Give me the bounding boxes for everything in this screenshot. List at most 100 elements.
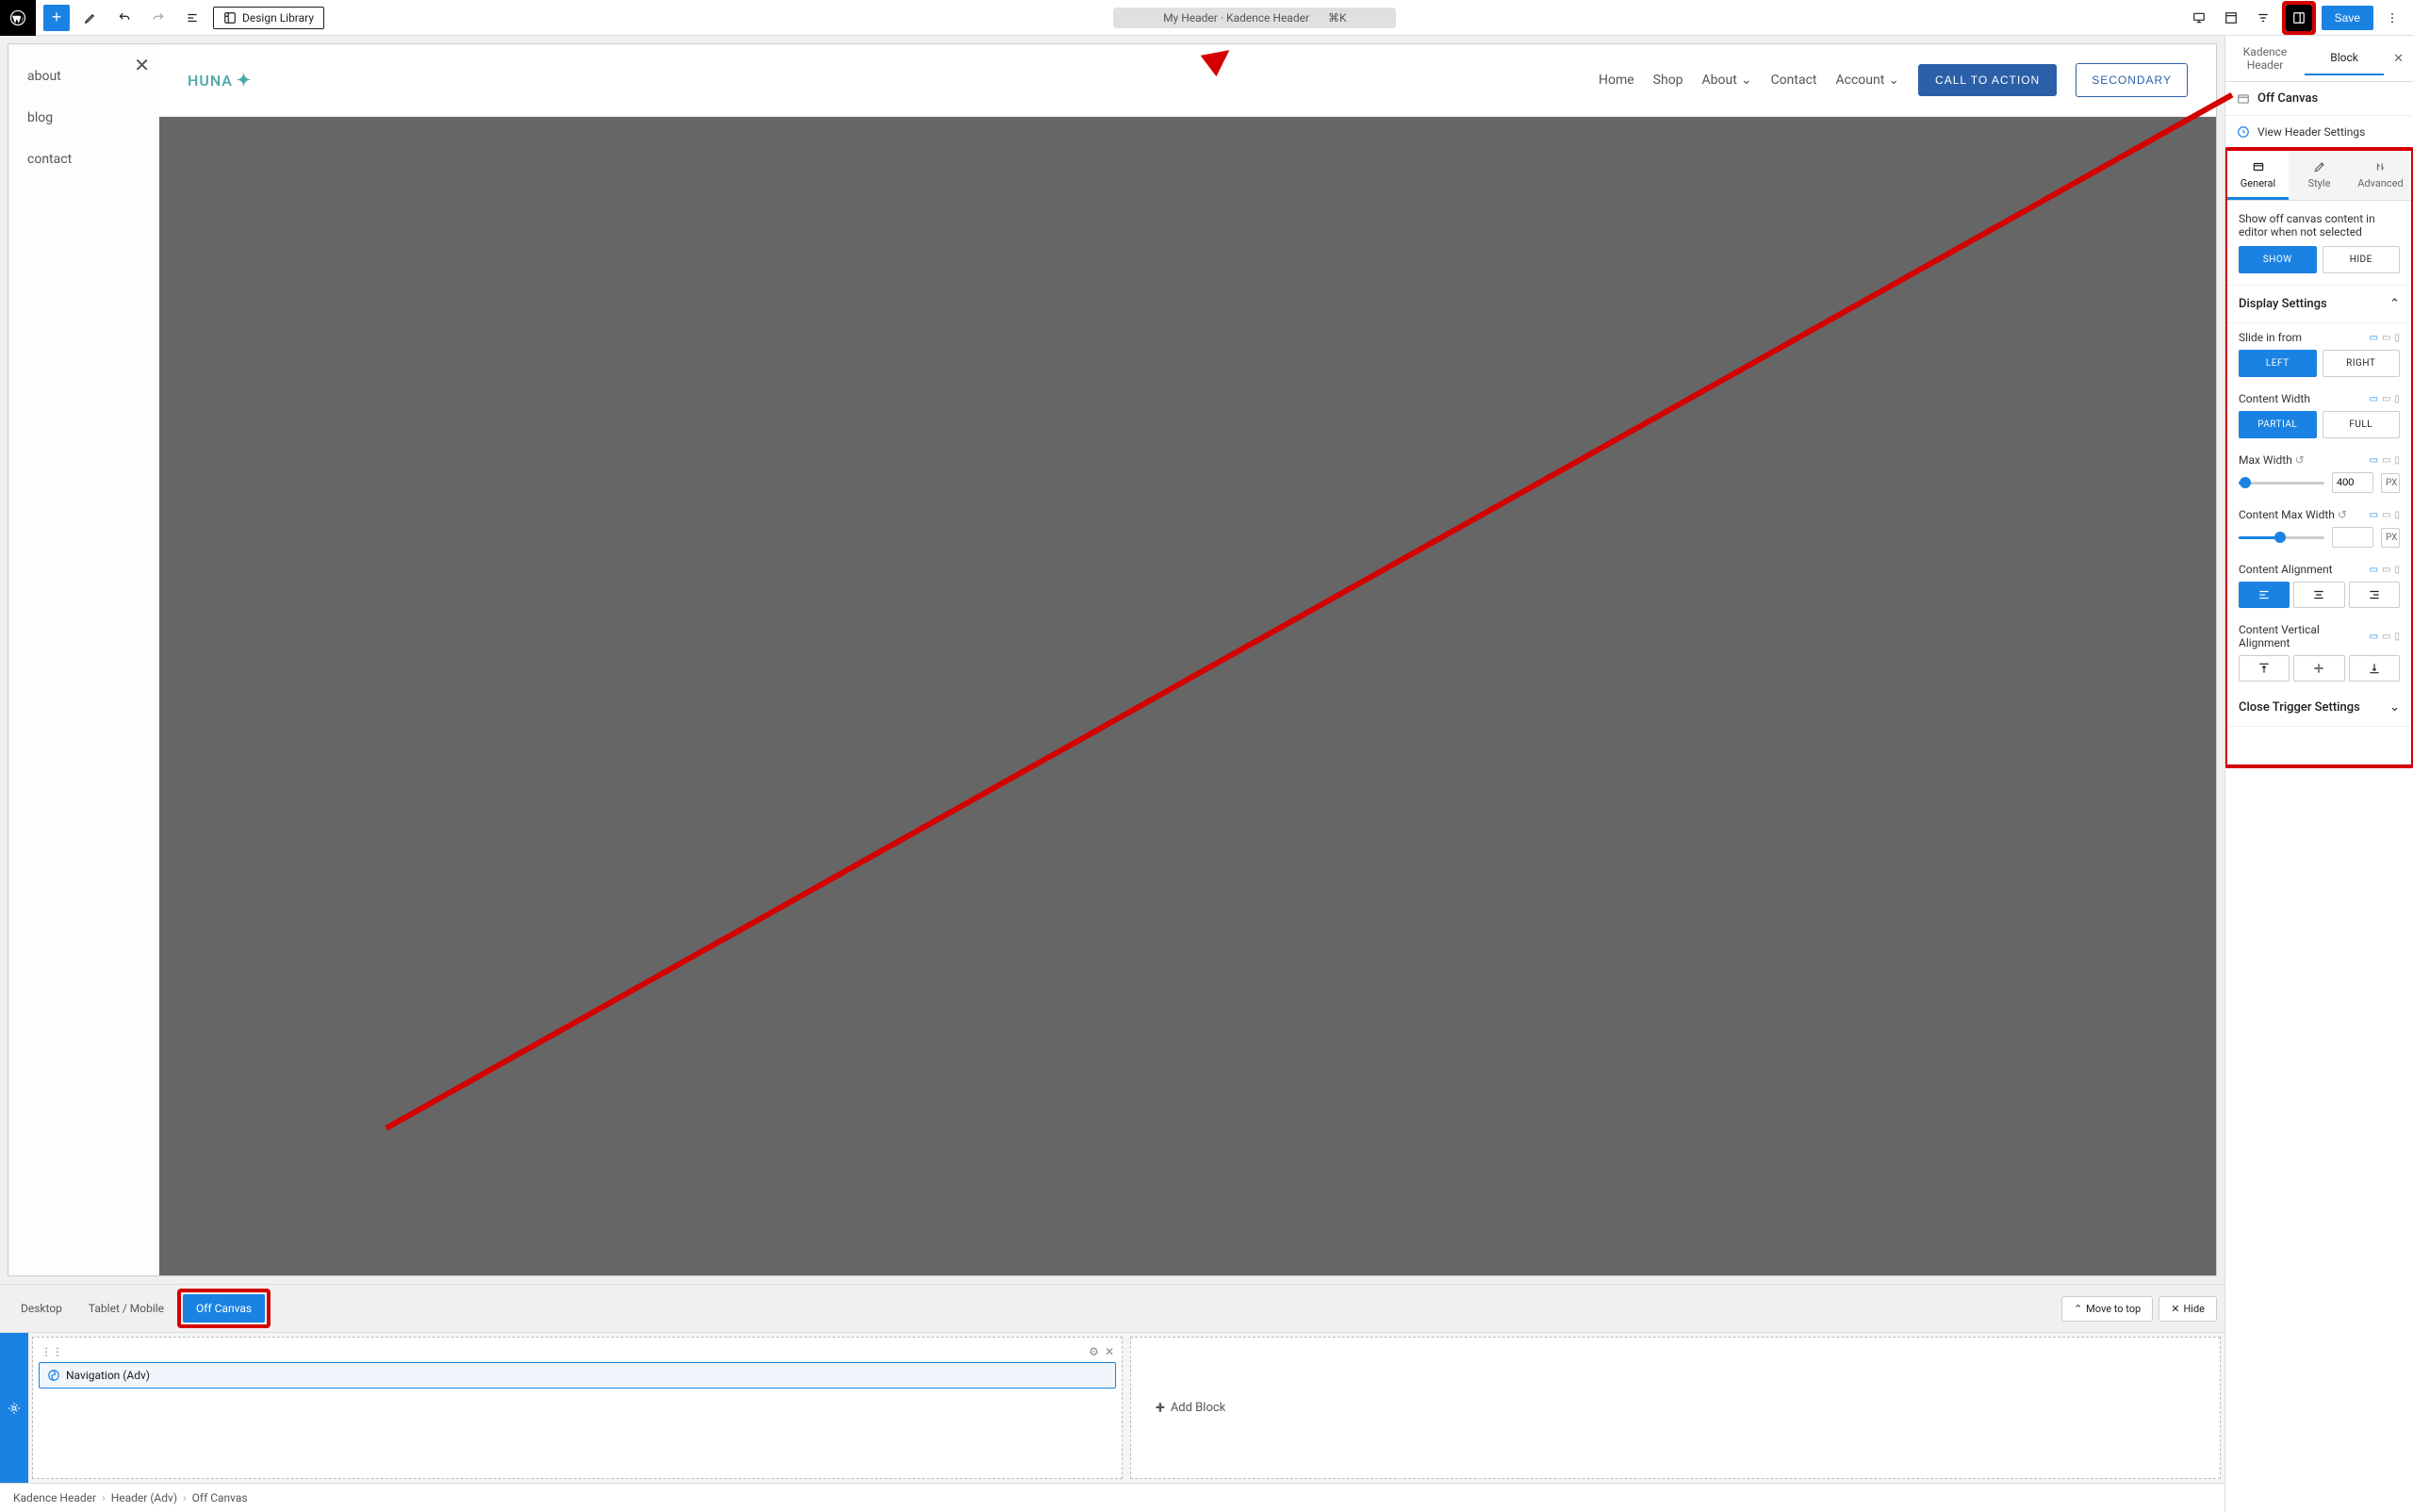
valign-middle-button[interactable]	[2293, 655, 2344, 682]
nav-link[interactable]: Contact	[1771, 73, 1817, 88]
redo-icon[interactable]	[145, 5, 172, 31]
chevron-up-icon: ⌃	[2389, 297, 2400, 311]
align-right-button[interactable]	[2349, 582, 2400, 608]
reset-icon: ↺	[2295, 453, 2305, 467]
content-alignment-label: Content Alignment	[2239, 563, 2333, 576]
content-valign-label: Content Vertical Alignment	[2239, 623, 2370, 649]
tab-desktop[interactable]: Desktop	[8, 1294, 75, 1323]
close-icon: ✕	[2171, 1303, 2179, 1315]
nav-link[interactable]: About ⌄	[1702, 73, 1752, 88]
settings-tab-general[interactable]: General	[2227, 151, 2289, 200]
device-icons[interactable]: ▭▭▯	[2370, 333, 2400, 343]
hide-panel-button[interactable]: ✕Hide	[2159, 1296, 2217, 1322]
device-tabs: Desktop Tablet / Mobile Off Canvas ⌃Move…	[0, 1284, 2224, 1332]
top-toolbar: + Design Library My Header · Kadence Hea…	[0, 0, 2413, 36]
add-block-button[interactable]: +	[43, 5, 70, 31]
unit-label[interactable]: PX	[2381, 528, 2400, 548]
shortcut-hint: ⌘K	[1328, 11, 1347, 25]
wordpress-logo[interactable]	[0, 0, 36, 36]
tab-kadence-header[interactable]: Kadence Header	[2225, 36, 2305, 81]
tab-offcanvas[interactable]: Off Canvas	[183, 1294, 265, 1323]
drag-handle-icon[interactable]: ⋮⋮	[41, 1345, 63, 1358]
nav-link[interactable]: Account ⌄	[1836, 73, 1900, 88]
unit-label[interactable]: PX	[2381, 473, 2400, 493]
show-content-label: Show off canvas content in editor when n…	[2239, 212, 2400, 238]
nav-items: Home Shop About ⌄ Contact Account ⌄	[1599, 73, 1899, 88]
site-logo: HUNA ✦	[188, 71, 252, 90]
align-left-button[interactable]	[2239, 582, 2290, 608]
move-to-top-button[interactable]: ⌃Move to top	[2061, 1296, 2153, 1322]
device-icons[interactable]: ▭▭▯	[2370, 510, 2400, 520]
navigation-adv-block[interactable]: Navigation (Adv)	[39, 1362, 1116, 1389]
offcanvas-item[interactable]: contact	[8, 139, 159, 180]
tab-block[interactable]: Block	[2305, 41, 2384, 75]
max-width-label: Max Width ↺	[2239, 453, 2305, 467]
cta-secondary-button[interactable]: SECONDARY	[2076, 63, 2188, 97]
nav-link[interactable]: Home	[1599, 73, 1634, 88]
device-icons[interactable]: ▭▭▯	[2370, 394, 2400, 404]
max-width-slider[interactable]	[2239, 482, 2324, 485]
content-max-width-label: Content Max Width ↺	[2239, 508, 2347, 521]
block-cell-empty[interactable]: + Add Block	[1130, 1337, 2221, 1479]
reset-icon: ↺	[2338, 508, 2347, 521]
cta-primary-button[interactable]: CALL TO ACTION	[1918, 64, 2057, 96]
chevron-down-icon: ⌄	[1888, 73, 1899, 88]
width-partial-button[interactable]: PARTIAL	[2239, 411, 2317, 438]
breadcrumb-item[interactable]: Kadence Header	[13, 1491, 96, 1504]
slide-left-button[interactable]: LEFT	[2239, 350, 2317, 377]
align-center-button[interactable]	[2293, 582, 2344, 608]
more-options-icon[interactable]	[2379, 5, 2405, 31]
document-title[interactable]: My Header · Kadence Header ⌘K	[1113, 8, 1396, 28]
valign-top-button[interactable]	[2239, 655, 2290, 682]
preview-frame: ✕ about blog contact HUNA ✦ Home Shop Ab…	[8, 43, 2217, 1276]
breadcrumb: Kadence Header› Header (Adv)› Off Canvas	[0, 1483, 2224, 1512]
settings-filter-icon[interactable]	[2250, 5, 2276, 31]
display-settings-header[interactable]: Display Settings ⌃	[2227, 286, 2411, 323]
offcanvas-tab-highlight: Off Canvas	[177, 1289, 271, 1328]
save-button[interactable]: Save	[2322, 6, 2373, 30]
list-view-icon[interactable]	[179, 5, 205, 31]
block-cell[interactable]: ⋮⋮ ⚙ ✕ Navigation (Adv)	[32, 1337, 1123, 1479]
valign-bottom-button[interactable]	[2349, 655, 2400, 682]
device-icons[interactable]: ▭▭▯	[2370, 632, 2400, 642]
title-bar: My Header · Kadence Header ⌘K	[332, 8, 2178, 28]
device-icons[interactable]: ▭▭▯	[2370, 455, 2400, 466]
view-header-settings-button[interactable]: View Header Settings	[2225, 116, 2413, 149]
content-max-width-input[interactable]	[2332, 527, 2373, 548]
width-full-button[interactable]: FULL	[2323, 411, 2401, 438]
close-trigger-header[interactable]: Close Trigger Settings ⌄	[2227, 689, 2411, 727]
slide-right-button[interactable]: RIGHT	[2323, 350, 2401, 377]
breadcrumb-item[interactable]: Header (Adv)	[111, 1491, 177, 1504]
settings-sidebar: Kadence Header Block ✕ Off Canvas View H…	[2224, 36, 2413, 1512]
undo-icon[interactable]	[111, 5, 138, 31]
settings-tab-advanced[interactable]: Advanced	[2350, 151, 2411, 200]
chevron-up-icon: ⌃	[2074, 1303, 2082, 1315]
add-block-button[interactable]: + Add Block	[1137, 1379, 1244, 1437]
show-button[interactable]: SHOW	[2239, 246, 2317, 273]
sidebar-toggle-button[interactable]	[2286, 5, 2312, 31]
design-library-label: Design Library	[242, 11, 314, 25]
block-type-indicator: Off Canvas	[2225, 82, 2413, 116]
edit-icon[interactable]	[77, 5, 104, 31]
plus-icon: +	[1156, 1398, 1165, 1418]
nav-link[interactable]: Shop	[1653, 73, 1683, 88]
close-icon[interactable]: ✕	[134, 54, 150, 76]
gear-icon[interactable]: ⚙	[1089, 1345, 1099, 1358]
offcanvas-preview-panel: ✕ about blog contact	[8, 44, 159, 1275]
max-width-input[interactable]	[2332, 472, 2373, 493]
design-library-button[interactable]: Design Library	[213, 7, 324, 29]
desktop-view-icon[interactable]	[2186, 5, 2212, 31]
close-sidebar-icon[interactable]: ✕	[2384, 46, 2413, 72]
tab-tablet-mobile[interactable]: Tablet / Mobile	[75, 1294, 177, 1323]
close-icon[interactable]: ✕	[1105, 1345, 1114, 1358]
settings-tab-style[interactable]: Style	[2289, 151, 2350, 200]
content-width-label: Content Width	[2239, 392, 2310, 405]
offcanvas-item[interactable]: blog	[8, 97, 159, 139]
block-strip-settings[interactable]	[0, 1333, 28, 1483]
device-icons[interactable]: ▭▭▯	[2370, 565, 2400, 575]
hide-button[interactable]: HIDE	[2323, 246, 2401, 273]
settings-panel-highlight: General Style Advanced Show off canvas c…	[2224, 147, 2413, 768]
content-max-width-slider[interactable]	[2239, 536, 2324, 539]
breadcrumb-item[interactable]: Off Canvas	[192, 1491, 248, 1504]
visual-builder-icon[interactable]	[2218, 5, 2244, 31]
